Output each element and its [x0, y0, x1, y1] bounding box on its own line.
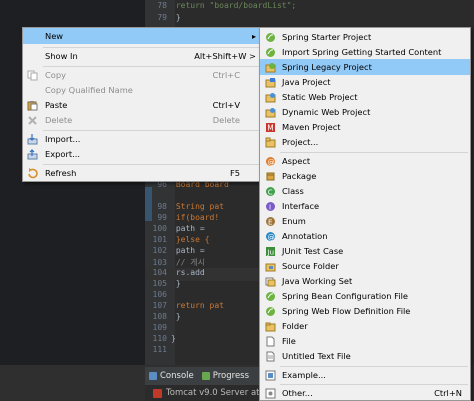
svg-text:@: @ [268, 158, 275, 166]
aspect-icon: @ [265, 156, 276, 167]
submenu-item-aspect[interactable]: @ Aspect [260, 153, 470, 169]
import-icon [27, 133, 38, 145]
other-icon [265, 388, 276, 399]
menu-item-import[interactable]: Import... [23, 131, 262, 147]
submenu-arrow-icon: ▸ [251, 31, 256, 41]
submenu-item-java-working-set[interactable]: Java Working Set [260, 273, 470, 289]
progress-icon [201, 372, 210, 380]
submenu-item-junit-test-case[interactable]: Ju JUnit Test Case [260, 243, 470, 259]
annotation-icon: @ [265, 231, 276, 242]
submenu-item-enum[interactable]: E Enum [260, 213, 470, 229]
menu-item-copy[interactable]: Copy Ctrl+C [23, 67, 262, 83]
folder-icon [265, 321, 276, 332]
submenu-item-folder[interactable]: Folder [260, 318, 470, 334]
submenu-item-import-spring-getting-started[interactable]: Import Spring Getting Started Content [260, 44, 470, 60]
tab-console[interactable]: Console [145, 371, 198, 381]
menu-item-paste[interactable]: Paste Ctrl+V [23, 97, 262, 113]
bottom-panel-tabs: Console Progress [145, 367, 265, 385]
svg-text:I: I [269, 203, 271, 211]
spring-legacy-icon [265, 62, 276, 73]
example-icon [265, 370, 276, 381]
submenu-item-spring-web-flow-definition-file[interactable]: Spring Web Flow Definition File [260, 303, 470, 319]
submenu-item-project[interactable]: Project... [260, 134, 470, 150]
source-folder-icon [265, 261, 276, 272]
menu-item-export[interactable]: Export... [23, 146, 262, 162]
class-icon: C [265, 186, 276, 197]
submenu-item-dynamic-web-project[interactable]: Dynamic Web Project [260, 104, 470, 120]
svg-text:M: M [267, 123, 273, 132]
submenu-item-static-web-project[interactable]: Static Web Project [260, 89, 470, 105]
submenu-item-source-folder[interactable]: Source Folder [260, 258, 470, 274]
menu-item-delete[interactable]: Delete Delete [23, 112, 262, 128]
submenu-item-spring-bean-configuration-file[interactable]: Spring Bean Configuration File [260, 288, 470, 304]
submenu-item-untitled-text-file[interactable]: Untitled Text File [260, 348, 470, 364]
menu-item-show-in[interactable]: Show In Alt+Shift+W > [23, 48, 262, 64]
code-line: 79 } [157, 13, 181, 22]
submenu-item-class[interactable]: C Class [260, 183, 470, 199]
submenu-item-spring-starter-project[interactable]: Spring Starter Project [260, 29, 470, 45]
web-project-icon [265, 107, 276, 118]
enum-icon: E [265, 216, 276, 227]
spring-icon [265, 291, 276, 302]
submenu-item-other[interactable]: Other... Ctrl+N [260, 385, 470, 401]
project-icon [265, 137, 276, 148]
menu-item-new[interactable]: New ▸ [23, 28, 262, 44]
file-icon [265, 336, 276, 347]
submenu-item-file[interactable]: File [260, 333, 470, 349]
web-project-icon [265, 92, 276, 103]
tab-progress[interactable]: Progress [198, 371, 253, 381]
submenu-item-example[interactable]: Example... [260, 367, 470, 383]
menu-item-refresh[interactable]: Refresh F5 [23, 165, 262, 181]
submenu-item-interface[interactable]: I Interface [260, 198, 470, 214]
copy-icon [27, 70, 38, 81]
tomcat-icon [153, 388, 162, 398]
svg-text:Ju: Ju [267, 248, 275, 256]
refresh-icon [27, 167, 38, 179]
menu-item-copy-qualified-name[interactable]: Copy Qualified Name [23, 82, 262, 98]
server-status[interactable]: Tomcat v9.0 Server at l [145, 385, 265, 401]
package-icon [265, 171, 276, 182]
submenu-item-spring-legacy-project[interactable]: Spring Legacy Project [260, 59, 470, 75]
svg-text:C: C [268, 188, 273, 196]
export-icon [27, 148, 38, 160]
submenu-item-java-project[interactable]: Java Project [260, 74, 470, 90]
new-submenu: Spring Starter Project Import Spring Get… [259, 27, 471, 401]
spring-icon [265, 47, 276, 58]
maven-icon: M [265, 122, 276, 133]
text-file-icon [265, 351, 276, 362]
interface-icon: I [265, 201, 276, 212]
submenu-item-annotation[interactable]: @ Annotation [260, 228, 470, 244]
junit-icon: Ju [265, 246, 276, 257]
submenu-item-maven-project[interactable]: M Maven Project [260, 119, 470, 135]
delete-icon [27, 115, 38, 126]
paste-icon [27, 100, 38, 111]
spring-icon [265, 306, 276, 317]
submenu-item-package[interactable]: Package [260, 168, 470, 184]
svg-text:E: E [268, 218, 272, 226]
spring-icon [265, 32, 276, 43]
working-set-icon [265, 276, 276, 287]
context-menu: New ▸ Show In Alt+Shift+W > Copy Ctrl+C … [22, 27, 263, 182]
console-icon [149, 372, 157, 380]
svg-text:@: @ [268, 233, 275, 241]
java-project-icon [265, 77, 276, 88]
